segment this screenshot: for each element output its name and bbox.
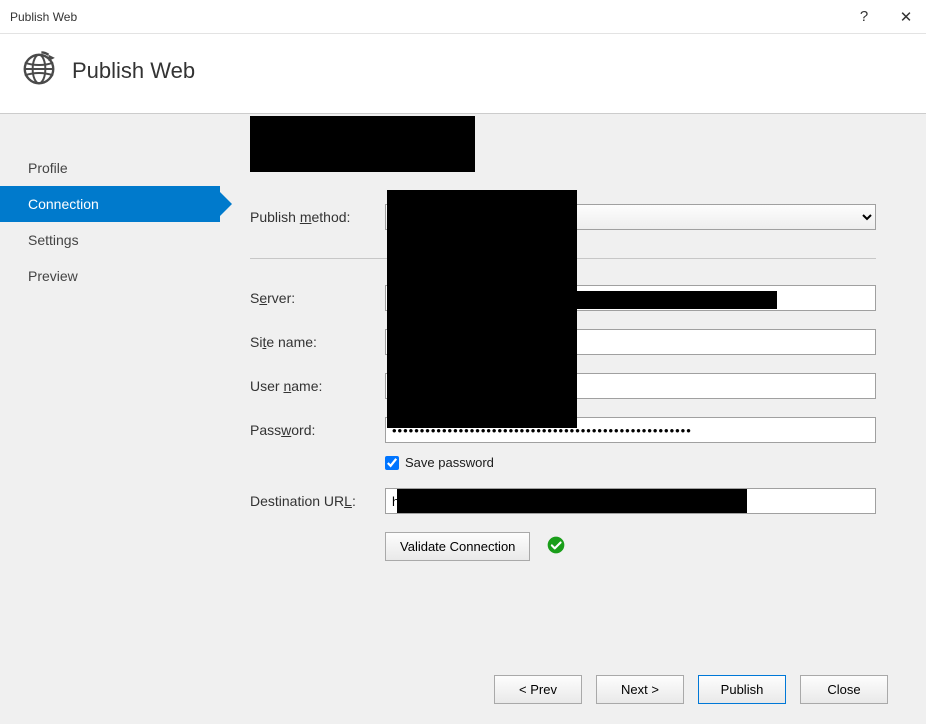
redacted-region <box>577 291 777 309</box>
publish-web-globe-icon <box>20 50 58 91</box>
username-label: User name: <box>250 378 385 394</box>
check-circle-icon <box>546 535 566 558</box>
desturl-label: Destination URL: <box>250 493 385 509</box>
title-bar-controls: ? ✕ <box>854 8 916 26</box>
redacted-region <box>387 190 577 428</box>
sidebar-item-profile[interactable]: Profile <box>0 150 220 186</box>
next-button[interactable]: Next > <box>596 675 684 704</box>
validate-row: Validate Connection <box>385 532 876 561</box>
sidebar-item-preview[interactable]: Preview <box>0 258 220 294</box>
save-password-label[interactable]: Save password <box>405 455 494 470</box>
help-button[interactable]: ? <box>854 8 874 25</box>
save-password-row: Save password <box>385 455 876 470</box>
redacted-region <box>250 116 475 172</box>
desturl-row: Destination URL: <box>250 488 876 514</box>
password-label: Password: <box>250 422 385 438</box>
wizard-sidebar: Profile Connection Settings Preview <box>0 114 220 724</box>
publish-button[interactable]: Publish <box>698 675 786 704</box>
server-label: Server: <box>250 290 385 306</box>
connection-panel: Publish method: Server: Site name: <box>220 114 926 724</box>
publish-method-label: Publish method: <box>250 209 385 225</box>
validate-connection-button[interactable]: Validate Connection <box>385 532 530 561</box>
sitename-label: Site name: <box>250 334 385 350</box>
redacted-region <box>397 489 747 513</box>
title-bar: Publish Web ? ✕ <box>0 0 926 34</box>
sidebar-item-connection[interactable]: Connection <box>0 186 220 222</box>
window-title: Publish Web <box>10 10 77 24</box>
sidebar-item-settings[interactable]: Settings <box>0 222 220 258</box>
prev-button[interactable]: < Prev <box>494 675 582 704</box>
dialog-header: Publish Web <box>0 34 926 114</box>
content-area: Profile Connection Settings Preview Publ… <box>0 114 926 724</box>
dialog-title: Publish Web <box>72 58 195 84</box>
wizard-footer: < Prev Next > Publish Close <box>494 675 888 704</box>
save-password-checkbox[interactable] <box>385 456 399 470</box>
close-window-button[interactable]: ✕ <box>896 8 916 26</box>
close-button[interactable]: Close <box>800 675 888 704</box>
